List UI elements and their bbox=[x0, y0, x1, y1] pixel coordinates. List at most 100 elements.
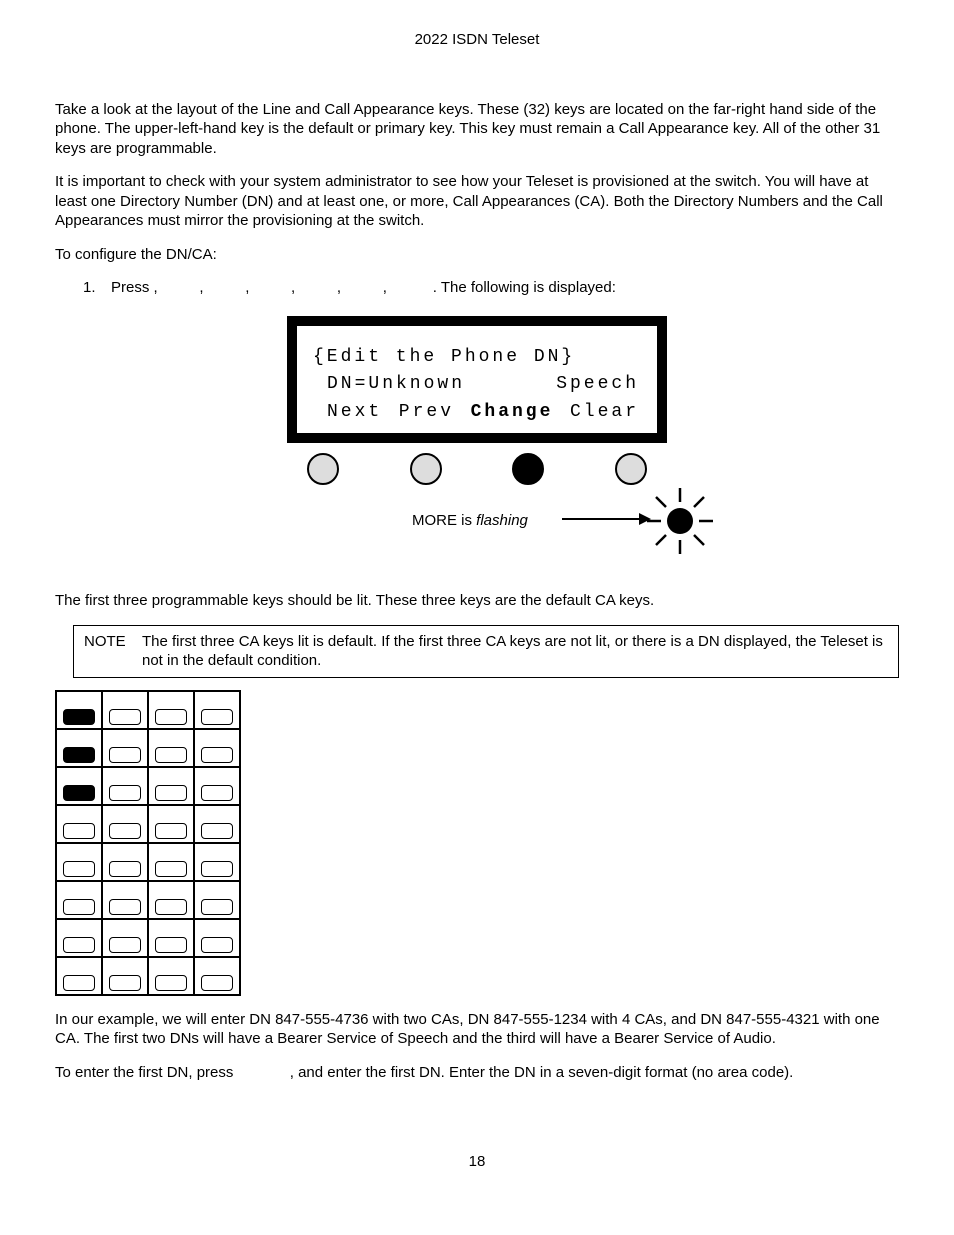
line-key[interactable] bbox=[63, 709, 95, 725]
key-cell bbox=[56, 843, 102, 881]
key-cell bbox=[56, 957, 102, 995]
key-cell bbox=[102, 957, 148, 995]
lcd-bearer: Speech bbox=[556, 371, 639, 399]
line-key[interactable] bbox=[63, 975, 95, 991]
step-1-placeholders: , , , , , , bbox=[154, 279, 429, 296]
key-cell bbox=[56, 767, 102, 805]
softkey-button-4[interactable] bbox=[615, 453, 647, 485]
line-key[interactable] bbox=[155, 975, 187, 991]
key-cell bbox=[194, 767, 240, 805]
key-cell bbox=[194, 957, 240, 995]
note-text: The first three CA keys lit is default. … bbox=[142, 632, 888, 671]
line-key[interactable] bbox=[201, 975, 233, 991]
key-cell bbox=[102, 919, 148, 957]
key-cell bbox=[56, 691, 102, 729]
key-cell bbox=[194, 881, 240, 919]
step-1: 1. Press , , , , , , . The following is … bbox=[83, 278, 899, 298]
flashing-light-icon bbox=[645, 486, 715, 556]
line-key[interactable] bbox=[109, 861, 141, 877]
softkey-label-next: Next bbox=[327, 399, 382, 427]
line-key[interactable] bbox=[155, 861, 187, 877]
softkey-button-1[interactable] bbox=[307, 453, 339, 485]
line-key[interactable] bbox=[155, 709, 187, 725]
line-key[interactable] bbox=[155, 747, 187, 763]
line-key[interactable] bbox=[155, 937, 187, 953]
key-cell bbox=[148, 957, 194, 995]
lcd-line-1: {Edit the Phone DN} bbox=[307, 344, 647, 372]
arrow-shaft bbox=[562, 518, 642, 520]
paragraph-lit-keys: The first three programmable keys should… bbox=[55, 591, 899, 611]
key-cell bbox=[102, 805, 148, 843]
line-key[interactable] bbox=[109, 823, 141, 839]
line-key[interactable] bbox=[109, 975, 141, 991]
note-box: NOTE The first three CA keys lit is defa… bbox=[73, 625, 899, 678]
line-key[interactable] bbox=[155, 899, 187, 915]
paragraph-intro-1: Take a look at the layout of the Line an… bbox=[55, 100, 899, 159]
line-key[interactable] bbox=[201, 861, 233, 877]
key-cell bbox=[56, 805, 102, 843]
line-key[interactable] bbox=[63, 785, 95, 801]
step-1-press: Press bbox=[111, 279, 149, 296]
key-cell bbox=[148, 691, 194, 729]
paragraph-example: In our example, we will enter DN 847-555… bbox=[55, 1010, 899, 1049]
line-key[interactable] bbox=[201, 785, 233, 801]
more-label-pre: MORE is bbox=[412, 512, 476, 529]
line-key[interactable] bbox=[109, 709, 141, 725]
page-header: 2022 ISDN Teleset bbox=[55, 30, 899, 50]
step-1-number: 1. bbox=[83, 278, 111, 298]
line-key[interactable] bbox=[201, 709, 233, 725]
teleset-display: {Edit the Phone DN} DN=Unknown Speech Ne… bbox=[287, 316, 667, 562]
line-key[interactable] bbox=[201, 899, 233, 915]
softkey-label-clear: Clear bbox=[570, 399, 639, 427]
more-flashing-indicator: MORE is flashing bbox=[287, 491, 667, 561]
softkey-label-change: Change bbox=[471, 399, 554, 427]
softkey-row bbox=[287, 443, 667, 485]
key-cell bbox=[148, 767, 194, 805]
key-cell bbox=[194, 729, 240, 767]
key-cell bbox=[148, 881, 194, 919]
key-cell bbox=[194, 691, 240, 729]
key-cell bbox=[194, 843, 240, 881]
line-key[interactable] bbox=[155, 823, 187, 839]
line-key[interactable] bbox=[201, 747, 233, 763]
step-1-tail: . The following is displayed: bbox=[433, 279, 616, 296]
line-key[interactable] bbox=[109, 937, 141, 953]
key-cell bbox=[148, 919, 194, 957]
line-key[interactable] bbox=[109, 747, 141, 763]
paragraph-configure: To configure the DN/CA: bbox=[55, 245, 899, 265]
line-key[interactable] bbox=[63, 861, 95, 877]
page-number: 18 bbox=[55, 1152, 899, 1172]
line-key[interactable] bbox=[109, 785, 141, 801]
line-key[interactable] bbox=[63, 747, 95, 763]
key-cell bbox=[148, 729, 194, 767]
key-cell bbox=[56, 729, 102, 767]
line-key[interactable] bbox=[109, 899, 141, 915]
softkey-button-3[interactable] bbox=[512, 453, 544, 485]
key-cell bbox=[102, 767, 148, 805]
key-cell bbox=[102, 843, 148, 881]
softkey-label-prev: Prev bbox=[399, 399, 454, 427]
key-cell bbox=[148, 843, 194, 881]
lcd-screen: {Edit the Phone DN} DN=Unknown Speech Ne… bbox=[287, 316, 667, 444]
line-key[interactable] bbox=[201, 823, 233, 839]
key-cell bbox=[194, 919, 240, 957]
key-cell bbox=[102, 881, 148, 919]
lcd-dn-value: DN=Unknown bbox=[327, 371, 465, 399]
line-appearance-keypad bbox=[55, 690, 241, 996]
line-key[interactable] bbox=[63, 937, 95, 953]
softkey-button-2[interactable] bbox=[410, 453, 442, 485]
key-cell bbox=[102, 691, 148, 729]
more-label-em: flashing bbox=[476, 512, 528, 529]
paragraph-enter-first-dn: To enter the first DN, press , and enter… bbox=[55, 1063, 899, 1083]
key-cell bbox=[56, 919, 102, 957]
line-key[interactable] bbox=[155, 785, 187, 801]
paragraph-intro-2: It is important to check with your syste… bbox=[55, 172, 899, 231]
line-key[interactable] bbox=[63, 823, 95, 839]
note-label: NOTE bbox=[84, 632, 130, 671]
key-cell bbox=[194, 805, 240, 843]
key-cell bbox=[102, 729, 148, 767]
key-cell bbox=[56, 881, 102, 919]
line-key[interactable] bbox=[63, 899, 95, 915]
key-cell bbox=[148, 805, 194, 843]
line-key[interactable] bbox=[201, 937, 233, 953]
